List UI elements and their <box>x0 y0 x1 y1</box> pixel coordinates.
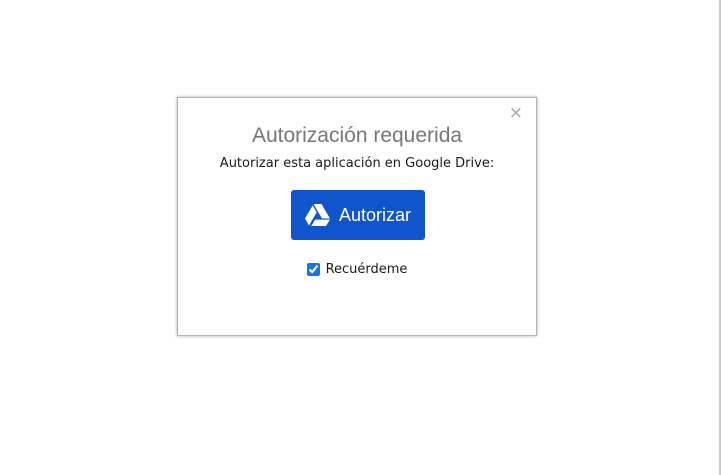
close-icon[interactable]: × <box>509 105 523 122</box>
remember-me-checkbox[interactable] <box>306 263 320 276</box>
remember-me-row: Recuérdeme <box>178 262 536 277</box>
google-drive-icon <box>304 204 330 226</box>
authorization-dialog: × Autorización requerida Autorizar esta … <box>177 97 537 336</box>
authorize-button-label: Autorizar <box>338 204 412 225</box>
remember-me-label[interactable]: Recuérdeme <box>326 262 408 277</box>
dialog-title: Autorización requerida <box>251 124 463 147</box>
page: × Autorización requerida Autorizar esta … <box>0 0 721 475</box>
dialog-subtitle: Autorizar esta aplicación en Google Driv… <box>219 156 495 171</box>
authorize-button[interactable]: Autorizar <box>291 190 425 240</box>
